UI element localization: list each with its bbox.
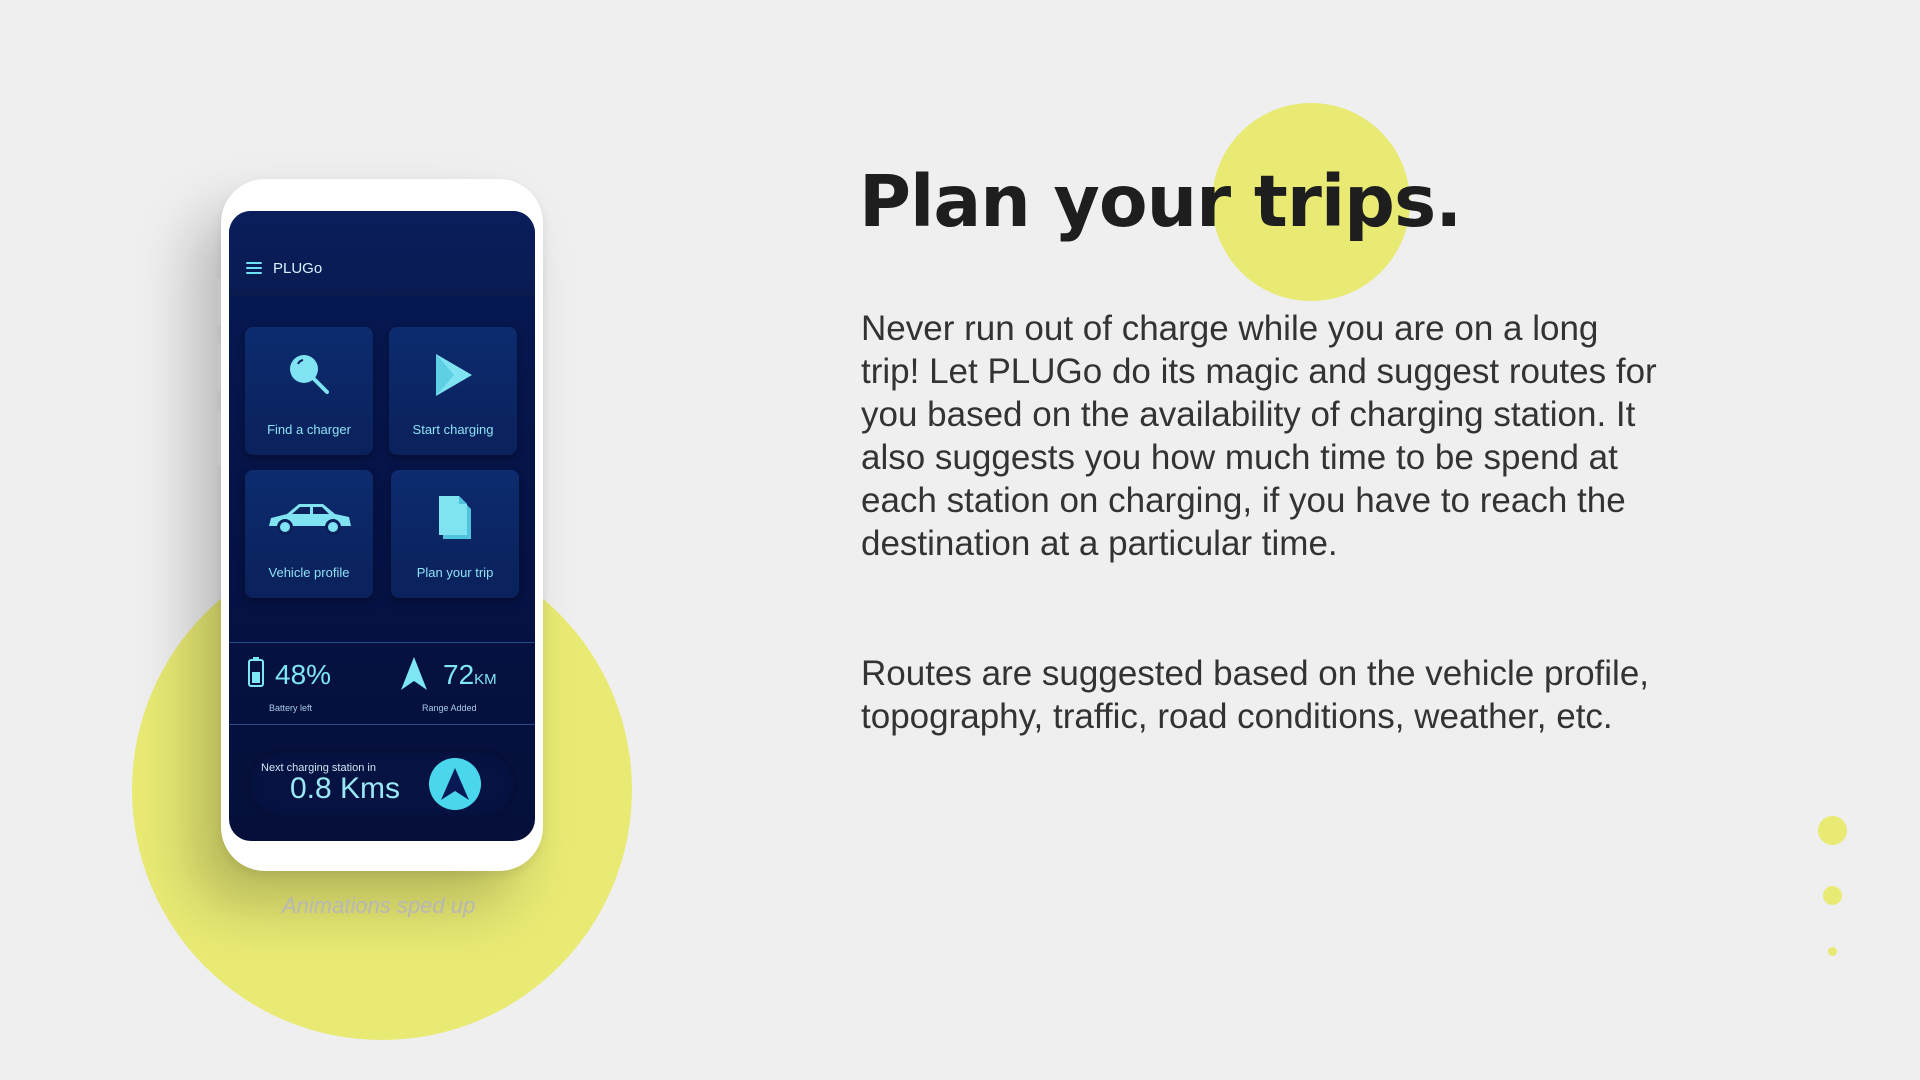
plan-trip-tile[interactable]: Plan your trip (391, 470, 519, 598)
battery-percentage: 48% (275, 659, 332, 690)
decor-dot (1818, 816, 1847, 845)
app-bar: PLUGo (229, 211, 535, 296)
battery-caption: Battery left (269, 703, 313, 713)
range-value: 72KM (443, 659, 497, 691)
range-number: 72 (443, 659, 475, 690)
decor-dot (1823, 886, 1842, 905)
find-charger-tile[interactable]: Find a charger (245, 327, 373, 455)
description-paragraph: Never run out of charge while you are on… (861, 309, 1657, 563)
description-paragraph: Routes are suggested based on the vehicl… (861, 654, 1650, 736)
navigate-button[interactable] (429, 758, 481, 810)
title-part1: Plan your (859, 160, 1231, 243)
app-name: PLUGo (273, 260, 323, 277)
search-icon (290, 355, 329, 394)
range-caption: Range Added (422, 703, 477, 713)
battery-icon (248, 657, 264, 687)
tile-label: Vehicle profile (268, 565, 350, 580)
phone-screen: PLUGo Find a charger Start charging Vehi… (229, 211, 535, 841)
car-icon (269, 504, 351, 535)
start-charging-tile[interactable]: Start charging (389, 327, 517, 455)
tile-label: Start charging (412, 422, 494, 437)
title-part2: trips. (1253, 160, 1462, 243)
divider (229, 642, 535, 643)
navigation-arrow-icon (401, 657, 427, 690)
play-icon (436, 354, 472, 396)
menu-icon[interactable] (246, 262, 262, 275)
tile-label: Plan your trip (416, 565, 494, 580)
document-icon (439, 496, 471, 539)
animation-caption: Animations sped up (282, 893, 476, 918)
tile-label: Find a charger (267, 422, 351, 437)
divider (229, 724, 535, 725)
vehicle-profile-tile[interactable]: Vehicle profile (245, 470, 373, 598)
decor-dot (1828, 947, 1837, 956)
next-station-distance: 0.8 Kms (290, 772, 401, 805)
navigation-icon (441, 768, 469, 800)
page-title: Plan your trips. (859, 160, 1462, 243)
range-unit: KM (474, 671, 497, 688)
